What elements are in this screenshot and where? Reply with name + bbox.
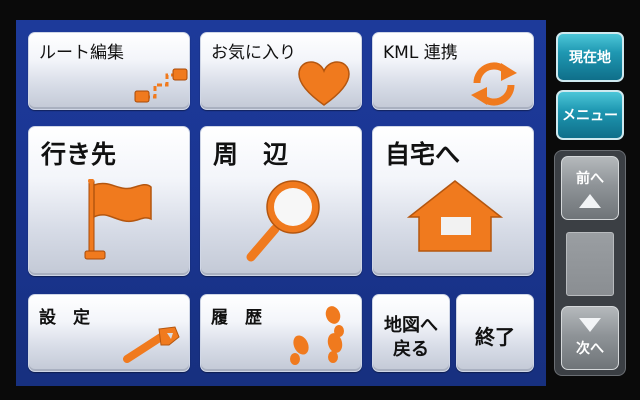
route-edit-icon — [134, 68, 188, 103]
history-button[interactable]: 履 歴 — [200, 294, 362, 372]
favorites-button[interactable]: お気に入り — [200, 32, 362, 110]
settings-label: 設 定 — [39, 308, 90, 328]
kml-link-label: KML 連携 — [383, 43, 458, 63]
home-button[interactable]: 自宅へ — [372, 126, 534, 276]
home-label: 自宅へ — [385, 140, 461, 169]
route-edit-label: ルート編集 — [39, 43, 124, 63]
settings-button[interactable]: 設 定 — [28, 294, 190, 372]
footprints-icon — [290, 306, 344, 365]
back-to-map-button[interactable]: 地図へ 戻る — [372, 294, 450, 372]
navigation-menu-screen: ルート編集 お気に入り KML 連携 行き先 周 辺 自宅へ 設 定 履 歴 地… — [0, 0, 640, 400]
favorites-label: お気に入り — [211, 43, 296, 63]
kml-link-button[interactable]: KML 連携 — [372, 32, 534, 110]
sync-arrows-icon — [471, 62, 517, 106]
current-location-button[interactable]: 現在地 — [556, 32, 624, 82]
arrow-down-icon — [579, 318, 601, 332]
heart-icon — [298, 61, 350, 106]
next-page-label: 次へ — [576, 341, 604, 357]
scroll-track[interactable] — [566, 232, 614, 296]
next-page-button[interactable]: 次へ — [561, 306, 619, 370]
prev-page-button[interactable]: 前へ — [561, 156, 619, 220]
menu-button[interactable]: メニュー — [556, 90, 624, 140]
prev-page-label: 前へ — [576, 171, 604, 187]
end-button[interactable]: 終了 — [456, 294, 534, 372]
destination-label: 行き先 — [41, 140, 117, 169]
nearby-label: 周 辺 — [213, 140, 289, 169]
route-edit-button[interactable]: ルート編集 — [28, 32, 190, 110]
back-to-map-label-line2: 戻る — [393, 339, 429, 360]
flag-icon — [84, 179, 152, 260]
menu-button-label: メニュー — [562, 108, 618, 124]
house-icon — [407, 180, 503, 252]
nearby-button[interactable]: 周 辺 — [200, 126, 362, 276]
back-to-map-label-line1: 地図へ — [384, 315, 438, 336]
current-location-label: 現在地 — [569, 50, 611, 66]
end-label: 終了 — [475, 325, 515, 349]
destination-button[interactable]: 行き先 — [28, 126, 190, 276]
history-label: 履 歴 — [211, 308, 262, 328]
arrow-up-icon — [579, 194, 601, 208]
wrench-icon — [123, 326, 180, 363]
magnifier-icon — [246, 180, 320, 262]
